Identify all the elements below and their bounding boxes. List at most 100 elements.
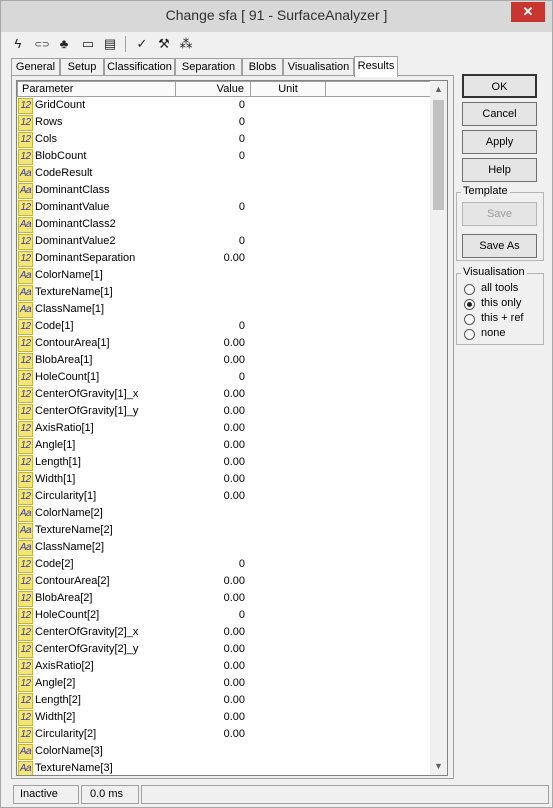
table-row[interactable]: 12 Code[1] 0 [17,319,431,336]
table-row[interactable]: 12 ContourArea[2] 0.00 [17,574,431,591]
tab-classification[interactable]: Classification [104,58,175,76]
table-row[interactable]: 12 Cols 0 [17,132,431,149]
numeric-type-icon: 12 [18,693,33,709]
tab-separation[interactable]: Separation [175,58,242,76]
table-row[interactable]: 12 DominantValue2 0 [17,234,431,251]
table-row[interactable]: 12 CenterOfGravity[2]_y 0.00 [17,642,431,659]
table-row[interactable]: Aa DominantClass [17,183,431,200]
table-row[interactable]: 12 Rows 0 [17,115,431,132]
console-icon[interactable]: ▭ [79,35,97,53]
table-row[interactable]: 12 GridCount 0 [17,98,431,115]
text-type-icon: Aa [18,506,33,522]
table-row[interactable]: Aa DominantClass2 [17,217,431,234]
table-row[interactable]: 12 DominantValue 0 [17,200,431,217]
save-button[interactable]: Save [462,202,537,226]
help-button[interactable]: Help [462,158,537,182]
radio-button[interactable] [464,314,475,325]
apply-button[interactable]: Apply [462,130,537,154]
parameter-value: 0.00 [223,626,245,638]
table-row[interactable]: Aa ClassName[2] [17,540,431,557]
parameter-value: 0 [238,99,245,111]
table-row[interactable]: 12 Angle[2] 0.00 [17,676,431,693]
tab-visualisation[interactable]: Visualisation [283,58,354,76]
text-type-icon: Aa [18,183,33,199]
table-row[interactable]: 12 DominantSeparation 0.00 [17,251,431,268]
table-row[interactable]: 12 ContourArea[1] 0.00 [17,336,431,353]
text-type-icon: Aa [18,744,33,760]
tab-blobs[interactable]: Blobs [242,58,283,76]
table-row[interactable]: 12 BlobCount 0 [17,149,431,166]
numeric-type-icon: 12 [18,642,33,658]
results-table: Parameter Value Unit 12 GridCount 0 12 Rows 0… [16,80,448,776]
link-icon[interactable]: ⊂⊃ [33,35,51,53]
parameter-value: 0.00 [223,456,245,468]
table-row[interactable]: 12 Circularity[1] 0.00 [17,489,431,506]
table-row[interactable]: Aa ClassName[1] [17,302,431,319]
wrench-icon[interactable]: ⚒ [155,35,173,53]
parameter-name: BlobArea[2] [35,592,93,604]
table-row[interactable]: 12 AxisRatio[1] 0.00 [17,421,431,438]
table-row[interactable]: Aa ColorName[1] [17,268,431,285]
table-row[interactable]: 12 CenterOfGravity[1]_x 0.00 [17,387,431,404]
table-row[interactable]: 12 HoleCount[1] 0 [17,370,431,387]
parameter-name: DominantValue [35,201,110,213]
radio-button[interactable] [464,299,475,310]
table-row[interactable]: 12 Width[1] 0.00 [17,472,431,489]
radio-label: all tools [481,282,519,294]
cancel-button[interactable]: Cancel [462,102,537,126]
title-bar[interactable]: Change sfa [ 91 - SurfaceAnalyzer ] ✕ [1,1,552,32]
table-row[interactable]: 12 Length[2] 0.00 [17,693,431,710]
header-parameter[interactable]: Parameter [17,81,176,97]
parameter-value: 0.00 [223,337,245,349]
scroll-up-icon[interactable]: ▲ [430,81,447,98]
table-row[interactable]: Aa ColorName[3] [17,744,431,761]
scroll-down-icon[interactable]: ▼ [430,758,447,775]
vertical-scrollbar[interactable]: ▲ ▼ [430,81,447,775]
radio-button[interactable] [464,284,475,295]
table-row[interactable]: 12 Circularity[2] 0.00 [17,727,431,744]
parameter-value: 0.00 [223,643,245,655]
tab-setup[interactable]: Setup [60,58,104,76]
table-row[interactable]: Aa TextureName[1] [17,285,431,302]
parameter-name: ColorName[3] [35,745,103,757]
table-row[interactable]: 12 CenterOfGravity[1]_y 0.00 [17,404,431,421]
tab-results[interactable]: Results [354,56,398,77]
header-value[interactable]: Value [175,81,251,97]
table-row[interactable]: 12 Width[2] 0.00 [17,710,431,727]
parameter-name: Length[2] [35,694,81,706]
parameter-name: TextureName[1] [35,286,113,298]
parameter-value: 0.00 [223,711,245,723]
table-row[interactable]: 12 HoleCount[2] 0 [17,608,431,625]
table-row[interactable]: 12 BlobArea[1] 0.00 [17,353,431,370]
parameter-name: Circularity[1] [35,490,97,502]
parameter-name: ClassName[1] [35,303,105,315]
ok-button[interactable]: OK [462,74,537,98]
parameter-value: 0.00 [223,388,245,400]
table-row[interactable]: 12 Length[1] 0.00 [17,455,431,472]
table-row[interactable]: 12 Angle[1] 0.00 [17,438,431,455]
header-unit[interactable]: Unit [250,81,326,97]
table-row[interactable]: Aa TextureName[2] [17,523,431,540]
table-row[interactable]: Aa TextureName[3] [17,761,431,775]
table-row[interactable]: 12 Code[2] 0 [17,557,431,574]
table-row[interactable]: 12 AxisRatio[2] 0.00 [17,659,431,676]
scroll-thumb[interactable] [433,100,444,210]
tab-general[interactable]: General [11,58,60,76]
lightning-icon[interactable]: ϟ [9,35,27,53]
table-row[interactable]: 12 BlobArea[2] 0.00 [17,591,431,608]
table-row[interactable]: Aa ColorName[2] [17,506,431,523]
save-as-button[interactable]: Save As [462,234,537,258]
check-icon[interactable]: ✓ [133,35,151,53]
parameter-name: ClassName[2] [35,541,105,553]
table-row[interactable]: Aa CodeResult [17,166,431,183]
parameter-name: AxisRatio[1] [35,422,94,434]
window-title: Change sfa [ 91 - SurfaceAnalyzer ] [165,7,388,23]
tree-structure-icon[interactable]: ⁂ [177,35,195,53]
parameter-name: ContourArea[2] [35,575,110,587]
radio-button[interactable] [464,329,475,340]
parameter-value: 0.00 [223,252,245,264]
document-icon[interactable]: ▤ [101,35,119,53]
tree-icon[interactable]: ♣ [55,35,73,53]
close-button[interactable]: ✕ [511,2,545,22]
table-row[interactable]: 12 CenterOfGravity[2]_x 0.00 [17,625,431,642]
